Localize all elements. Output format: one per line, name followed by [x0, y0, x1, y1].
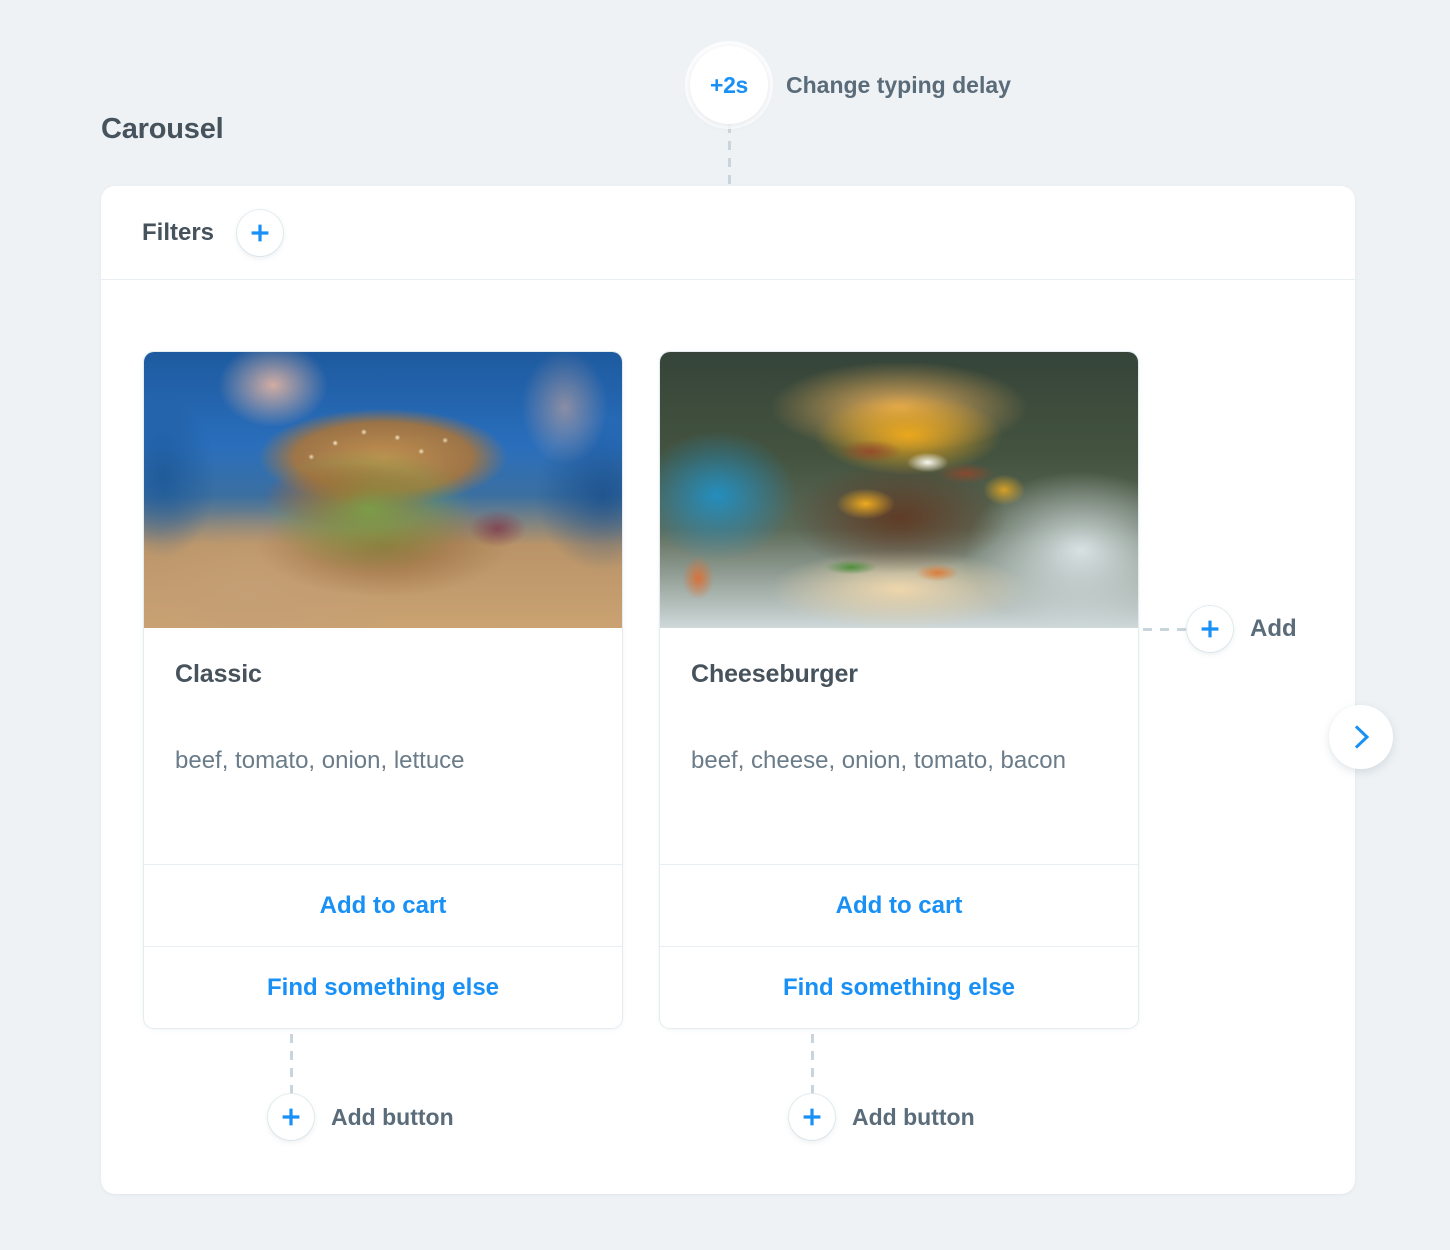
typing-delay-badge-label: +2s: [709, 71, 749, 98]
product-description: beef, cheese, onion, tomato, bacon: [691, 747, 1066, 774]
find-something-else-button[interactable]: Find something else: [660, 946, 1138, 1028]
add-to-cart-button[interactable]: Add to cart: [144, 864, 622, 946]
carousel-cards: Classic beef, tomato, onion, lettuce Add…: [143, 351, 1139, 1029]
add-button-action[interactable]: [268, 1094, 314, 1140]
add-card-annotation[interactable]: Add: [1143, 606, 1297, 652]
add-button-label: Add button: [852, 1103, 975, 1130]
plus-icon: [1201, 620, 1219, 638]
add-card-connector-line: [1143, 627, 1187, 631]
typing-delay-badge[interactable]: +2s: [690, 46, 768, 124]
add-button-action[interactable]: [789, 1094, 835, 1140]
add-filter-button[interactable]: [237, 209, 284, 256]
add-button-connector-line: [290, 1034, 293, 1096]
page-title: Carousel: [101, 113, 224, 145]
product-title: Cheeseburger: [691, 660, 858, 688]
add-button-annotation[interactable]: Add button: [789, 1094, 975, 1140]
screen-root: +2s Change typing delay Carousel Filters…: [0, 0, 1450, 1250]
typing-delay-connector-line: [728, 124, 731, 186]
plus-icon: [251, 224, 269, 241]
chevron-right-icon: [1354, 725, 1370, 749]
product-title: Classic: [175, 660, 262, 688]
product-card[interactable]: Cheeseburger beef, cheese, onion, tomato…: [659, 351, 1139, 1029]
add-card-button[interactable]: [1187, 606, 1233, 652]
add-button-annotation[interactable]: Add button: [268, 1094, 454, 1140]
add-to-cart-button[interactable]: Add to cart: [660, 864, 1138, 946]
add-card-label: Add: [1250, 615, 1297, 642]
product-description: beef, tomato, onion, lettuce: [175, 747, 465, 774]
carousel-next-button[interactable]: [1329, 705, 1393, 769]
filters-label: Filters: [142, 218, 215, 246]
product-card-body: Classic beef, tomato, onion, lettuce: [144, 628, 622, 864]
panel-header: Filters: [101, 186, 1355, 280]
product-image-cheeseburger: [660, 352, 1138, 628]
typing-delay-label: Change typing delay: [786, 71, 1011, 98]
product-card[interactable]: Classic beef, tomato, onion, lettuce Add…: [143, 351, 623, 1029]
add-button-connector-line: [811, 1034, 814, 1096]
plus-icon: [803, 1108, 821, 1126]
product-image-classic: [144, 352, 622, 628]
plus-icon: [282, 1108, 300, 1126]
typing-delay-annotation[interactable]: +2s Change typing delay: [690, 46, 1011, 124]
find-something-else-button[interactable]: Find something else: [144, 946, 622, 1028]
add-button-label: Add button: [331, 1103, 454, 1130]
product-card-body: Cheeseburger beef, cheese, onion, tomato…: [660, 628, 1138, 864]
